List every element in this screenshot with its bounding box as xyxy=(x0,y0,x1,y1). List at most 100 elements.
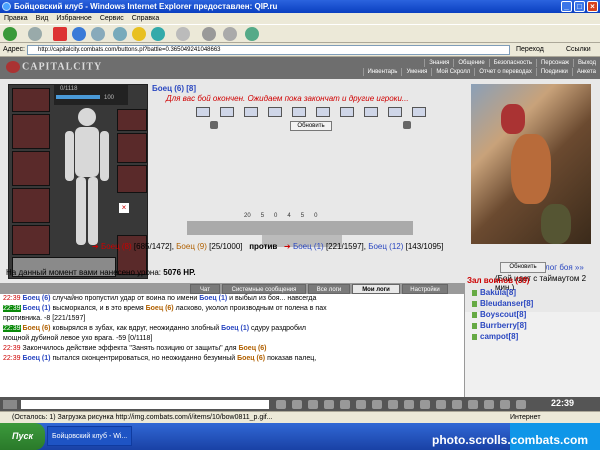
chat-input[interactable] xyxy=(21,400,269,409)
mail-icon[interactable] xyxy=(176,27,190,41)
menu-help[interactable]: Справка xyxy=(128,13,163,24)
print-icon[interactable] xyxy=(202,27,216,41)
fighter-title[interactable]: Боец (6) [8] xyxy=(152,84,196,93)
players-update-button[interactable]: Обновить xyxy=(500,262,546,273)
player-entry[interactable]: Bakula[8] xyxy=(472,288,516,297)
team2-fighter2[interactable]: Боец (12) xyxy=(368,242,403,251)
menu-view[interactable]: Вид xyxy=(32,13,53,24)
go-button[interactable]: Переход xyxy=(516,43,544,57)
chat-tool-icon[interactable] xyxy=(516,400,526,409)
slot-amulet[interactable] xyxy=(117,109,147,131)
stat-5: 5 xyxy=(300,213,305,219)
chat-tool-icon[interactable] xyxy=(324,400,334,409)
close-button[interactable]: × xyxy=(587,1,598,12)
chat-tabs: Чат Системные сообщения Все логи Мои лог… xyxy=(0,283,465,294)
action-tile[interactable] xyxy=(268,107,282,117)
watermark: photo.scrolls.combats.com xyxy=(432,433,589,447)
chat-tool-icon[interactable] xyxy=(276,400,286,409)
chat-tool-icon[interactable] xyxy=(436,400,446,409)
tab-chat[interactable]: Чат xyxy=(190,284,220,294)
refresh-icon[interactable] xyxy=(72,27,86,41)
player-entry[interactable]: campot[8] xyxy=(472,332,518,341)
chat-tool-icon[interactable] xyxy=(404,400,414,409)
slot-belt[interactable] xyxy=(12,188,50,223)
menu-favorites[interactable]: Избранное xyxy=(52,13,95,24)
chat-menu-icon[interactable] xyxy=(3,400,17,409)
action-tile[interactable] xyxy=(388,107,402,117)
chat-tool-icon[interactable] xyxy=(372,400,382,409)
nav-inventory[interactable]: Инвентарь xyxy=(362,68,402,76)
favorites-icon[interactable] xyxy=(132,27,146,41)
nav-character[interactable]: Персонаж xyxy=(535,59,573,67)
chat-tool-icon[interactable] xyxy=(308,400,318,409)
minimize-button[interactable]: _ xyxy=(561,1,572,12)
slot-helmet[interactable] xyxy=(12,88,50,112)
action-tile[interactable] xyxy=(316,107,330,117)
nav-knowledge[interactable]: Знания xyxy=(424,59,453,67)
chat-tool-icon[interactable] xyxy=(468,400,478,409)
nav-battles[interactable]: Поединки xyxy=(535,68,572,76)
back-icon[interactable] xyxy=(3,27,17,41)
history-icon[interactable] xyxy=(151,27,165,41)
home-icon[interactable] xyxy=(91,27,105,41)
chat-tool-icon[interactable] xyxy=(484,400,494,409)
slot-armor[interactable] xyxy=(12,151,50,186)
tab-settings[interactable]: Настройки xyxy=(402,284,448,294)
player-entry[interactable]: Burrberry[8] xyxy=(472,321,527,330)
start-button[interactable]: Пуск xyxy=(0,423,45,450)
tab-all-logs[interactable]: Все логи xyxy=(308,284,350,294)
taskbar-item-browser[interactable]: Бойцовский клуб - Wi... xyxy=(47,426,132,446)
chat-tool-icon[interactable] xyxy=(500,400,510,409)
nav-transfers[interactable]: Отчет о переводах xyxy=(474,68,536,76)
discuss-icon[interactable] xyxy=(245,27,259,41)
chat-tool-icon[interactable] xyxy=(340,400,350,409)
chat-tool-icon[interactable] xyxy=(292,400,302,409)
maximize-button[interactable]: □ xyxy=(574,1,585,12)
action-tile[interactable] xyxy=(412,107,426,117)
action-tile[interactable] xyxy=(220,107,234,117)
address-label: Адрес: xyxy=(3,46,25,53)
nav-communication[interactable]: Общение xyxy=(453,59,488,67)
player-entry[interactable]: Boyscout[8] xyxy=(472,310,526,319)
chat-line: 22:39 Боец (6) ковырялся в зубах, как вд… xyxy=(3,325,306,332)
edit-icon[interactable] xyxy=(223,27,237,41)
tab-system-messages[interactable]: Системные сообщения xyxy=(222,284,306,294)
menu-tools[interactable]: Сервис xyxy=(96,13,128,24)
close-icon[interactable]: × xyxy=(119,203,129,213)
action-tile[interactable] xyxy=(340,107,354,117)
ie-icon xyxy=(2,2,11,11)
action-tile[interactable] xyxy=(364,107,378,117)
search-icon[interactable] xyxy=(113,27,127,41)
tab-my-logs[interactable]: Мои логи xyxy=(352,284,400,294)
team2-fighter1[interactable]: Боец (1) xyxy=(293,242,324,251)
stop-icon[interactable] xyxy=(53,27,67,41)
nav-profile[interactable]: Анкета xyxy=(571,68,600,76)
slot-ring[interactable] xyxy=(12,225,50,255)
battle-log-link[interactable]: лог боя »» xyxy=(545,263,584,272)
action-tile[interactable] xyxy=(292,107,306,117)
nav-exit[interactable]: Выход xyxy=(573,59,600,67)
nav-security[interactable]: Безопасность xyxy=(488,59,536,67)
slot-shield[interactable] xyxy=(117,165,147,193)
chat-tool-icon[interactable] xyxy=(388,400,398,409)
nav-skills[interactable]: Умения xyxy=(401,68,431,76)
action-tile[interactable] xyxy=(196,107,210,117)
menu-edit[interactable]: Правка xyxy=(0,13,32,24)
chat-tool-icon[interactable] xyxy=(420,400,430,409)
forward-icon[interactable] xyxy=(28,27,42,41)
nav-scroll[interactable]: Мой Скролл xyxy=(431,68,474,76)
slot-gloves[interactable] xyxy=(117,133,147,163)
chat-tool-icon[interactable] xyxy=(356,400,366,409)
slot-weapon[interactable] xyxy=(12,114,50,149)
chat-tool-icon[interactable] xyxy=(452,400,462,409)
battle-stats: 20 5 0 4 5 0 xyxy=(244,213,414,221)
hall-title: Зал воинов (39) xyxy=(467,276,530,285)
address-input[interactable]: http://capitalcity.combats.com/buttons.p… xyxy=(27,45,510,55)
team1-fighter1[interactable]: Боец (8) xyxy=(101,242,132,251)
player-entry[interactable]: Bleudanser[8] xyxy=(472,299,533,308)
links-button[interactable]: Ссылки xyxy=(566,43,591,57)
update-button[interactable]: Обновить xyxy=(290,121,332,131)
team1-fighter2[interactable]: Боец (9) xyxy=(176,242,207,251)
action-tile[interactable] xyxy=(244,107,258,117)
stat-2: 5 xyxy=(260,213,265,219)
